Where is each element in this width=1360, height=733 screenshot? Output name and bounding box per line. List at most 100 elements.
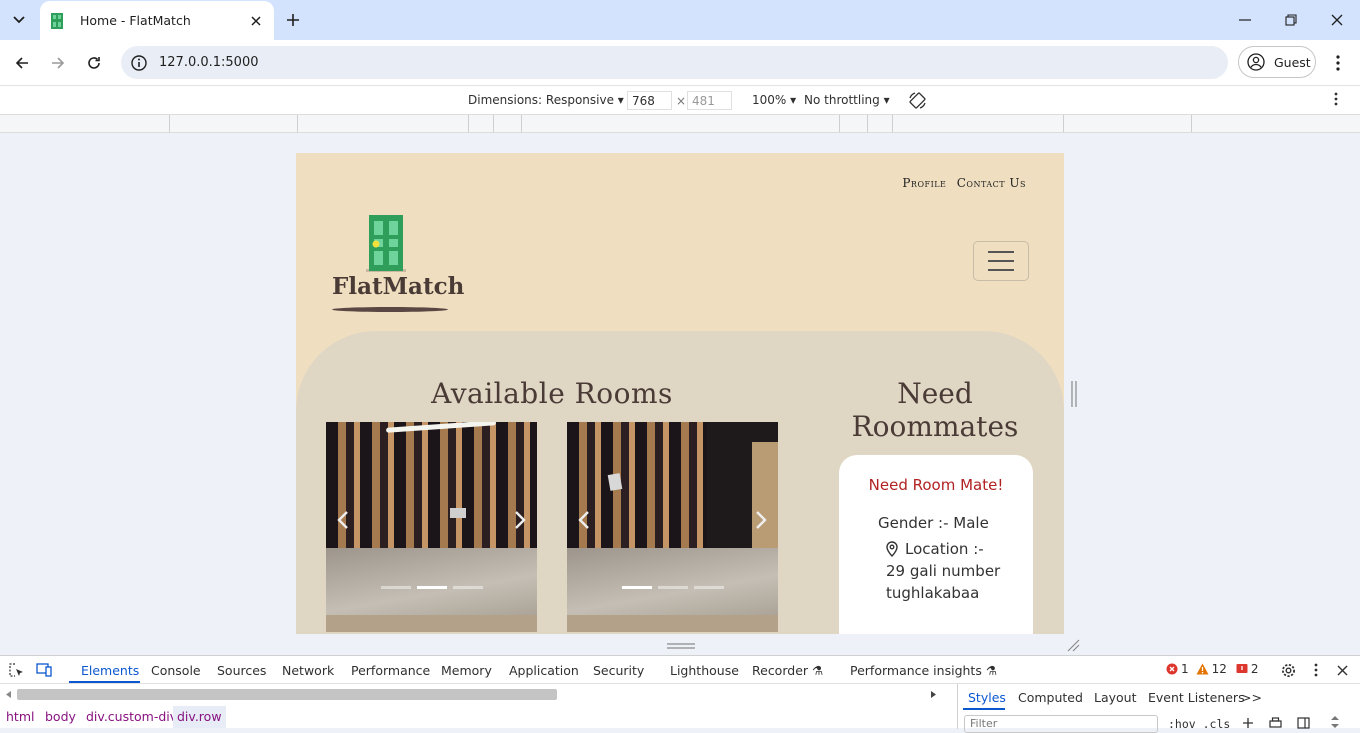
- hamburger-menu-button[interactable]: [973, 241, 1029, 281]
- styles-filter-input[interactable]: Filter: [964, 715, 1158, 733]
- tab-search-button[interactable]: [6, 6, 32, 34]
- scroll-left-icon[interactable]: [6, 691, 12, 698]
- warning-count: 12: [1211, 662, 1227, 676]
- profile-button[interactable]: Guest: [1238, 46, 1316, 78]
- zoom-dropdown[interactable]: 100% ▾: [752, 93, 796, 107]
- devtools-tab-performance-insights[interactable]: Performance insights ⚗: [850, 663, 997, 678]
- address-bar[interactable]: 127.0.0.1:5000: [121, 46, 1228, 79]
- minimize-button[interactable]: [1235, 10, 1255, 30]
- breadcrumb-custom-div[interactable]: div.custom-div: [86, 709, 177, 724]
- viewport-bottom-resize-handle[interactable]: [667, 642, 695, 650]
- location-label: Location :-: [905, 540, 984, 558]
- carousel-indicator-active[interactable]: [621, 586, 652, 589]
- device-toolbar-menu[interactable]: [1334, 92, 1338, 106]
- devtools-tab-security[interactable]: Security: [593, 663, 644, 678]
- new-style-rule-button[interactable]: [1242, 717, 1254, 729]
- breadcrumb-row[interactable]: div.row: [173, 706, 226, 728]
- hov-cls-toggles[interactable]: :hov .cls: [1168, 717, 1230, 731]
- chevron-right-icon: [756, 511, 767, 529]
- site-logo[interactable]: FlatMatch: [332, 215, 464, 313]
- restore-button[interactable]: [1281, 10, 1301, 30]
- carousel-next-button[interactable]: [750, 507, 772, 533]
- layout-tab[interactable]: Layout: [1094, 690, 1137, 705]
- more-vert-icon: [1334, 92, 1338, 106]
- arrow-left-icon: [15, 57, 28, 69]
- devtools-tab-application[interactable]: Application: [509, 663, 579, 678]
- carousel-indicator-active[interactable]: [416, 586, 447, 589]
- chevron-left-icon: [578, 511, 589, 529]
- viewport-corner-resize-handle[interactable]: [1066, 638, 1080, 652]
- viewport-side-resize-handle[interactable]: [1070, 381, 1078, 407]
- event-listeners-tab[interactable]: Event Listeners: [1148, 690, 1245, 705]
- throttling-dropdown[interactable]: No throttling ▾: [804, 93, 890, 107]
- browser-toolbar: 127.0.0.1:5000 Guest: [0, 40, 1360, 86]
- height-input[interactable]: 481: [687, 91, 732, 110]
- nav-contact-link[interactable]: Contact Us: [957, 176, 1026, 190]
- pane-scroll-arrows[interactable]: [1330, 715, 1340, 729]
- width-input[interactable]: 768: [627, 91, 672, 110]
- device-viewport-area: Profile Contact Us FlatMatch Available R: [0, 133, 1360, 655]
- browser-menu-button[interactable]: [1328, 52, 1348, 74]
- room-card[interactable]: [567, 422, 778, 632]
- devtools-tab-console[interactable]: Console: [151, 663, 201, 678]
- close-window-button[interactable]: [1327, 10, 1347, 30]
- devtools-tab-recorder[interactable]: Recorder ⚗: [752, 663, 823, 678]
- active-tab-indicator: [69, 681, 140, 683]
- brand-underline: [332, 307, 448, 312]
- carousel-indicator[interactable]: [693, 586, 724, 589]
- carousel-indicator[interactable]: [380, 586, 411, 589]
- devtools-tab-network[interactable]: Network: [282, 663, 334, 678]
- scrollbar-thumb[interactable]: [17, 689, 557, 700]
- carousel-prev-button[interactable]: [332, 507, 354, 533]
- carousel-indicator[interactable]: [452, 586, 483, 589]
- restore-icon: [1285, 14, 1297, 26]
- devtools-tab-sources[interactable]: Sources: [217, 663, 266, 678]
- styles-active-indicator: [963, 708, 1005, 710]
- carousel-prev-button[interactable]: [573, 507, 595, 533]
- new-tab-button[interactable]: [283, 10, 303, 30]
- breadcrumb-body[interactable]: body: [45, 709, 76, 724]
- computed-tab[interactable]: Computed: [1018, 690, 1083, 705]
- devtools-tab-bar: Elements Console Sources Network Perform…: [0, 656, 1360, 684]
- devtools-menu-button[interactable]: [1308, 662, 1324, 678]
- devtools-tab-memory[interactable]: Memory: [441, 663, 492, 678]
- media-query-bar[interactable]: [0, 115, 1360, 133]
- site-info-icon[interactable]: [130, 54, 148, 72]
- reload-button[interactable]: [81, 50, 107, 76]
- devtools-settings-button[interactable]: [1280, 662, 1296, 678]
- hamburger-line: [988, 251, 1014, 253]
- nav-profile-link[interactable]: Profile: [902, 176, 946, 190]
- flask-icon: ⚗: [812, 663, 824, 678]
- chevron-right-icon: [515, 511, 526, 529]
- zoom-label: 100%: [752, 93, 787, 107]
- elements-horizontal-scrollbar[interactable]: [6, 688, 941, 700]
- styles-pane: Styles Computed Layout Event Listeners >…: [957, 684, 1360, 733]
- more-tabs-button[interactable]: >>: [1241, 690, 1262, 705]
- issue-counters[interactable]: 1 12 2: [1166, 662, 1259, 676]
- breadcrumb-html[interactable]: html: [6, 709, 34, 724]
- carousel-next-button[interactable]: [509, 507, 531, 533]
- close-tab-icon[interactable]: [248, 13, 264, 29]
- scroll-right-icon[interactable]: [930, 691, 936, 698]
- more-vert-icon: [1314, 663, 1318, 677]
- browser-tab[interactable]: Home - FlatMatch: [40, 1, 274, 40]
- tab-title: Home - FlatMatch: [80, 13, 191, 28]
- room-card[interactable]: [326, 422, 537, 632]
- devtools-tab-elements[interactable]: Elements: [81, 663, 139, 678]
- device-toggle-button[interactable]: [36, 662, 52, 678]
- forward-button[interactable]: [45, 50, 71, 76]
- devtools-tab-lighthouse[interactable]: Lighthouse: [670, 663, 739, 678]
- rotate-button[interactable]: [908, 91, 927, 110]
- toggle-sidebar-button[interactable]: [1297, 717, 1310, 729]
- back-button[interactable]: [9, 50, 35, 76]
- webpage: Profile Contact Us FlatMatch Available R: [296, 153, 1064, 634]
- inspect-element-button[interactable]: [8, 662, 24, 678]
- devtools-close-button[interactable]: [1334, 662, 1350, 678]
- dimensions-dropdown[interactable]: Dimensions: Responsive ▾: [468, 93, 624, 107]
- roommate-card[interactable]: Need Room Mate! Gender :- Male Location …: [839, 455, 1033, 634]
- print-media-button[interactable]: [1269, 717, 1282, 729]
- styles-tab[interactable]: Styles: [968, 690, 1006, 705]
- hamburger-line: [988, 269, 1014, 271]
- carousel-indicator[interactable]: [657, 586, 688, 589]
- devtools-tab-performance[interactable]: Performance: [351, 663, 430, 678]
